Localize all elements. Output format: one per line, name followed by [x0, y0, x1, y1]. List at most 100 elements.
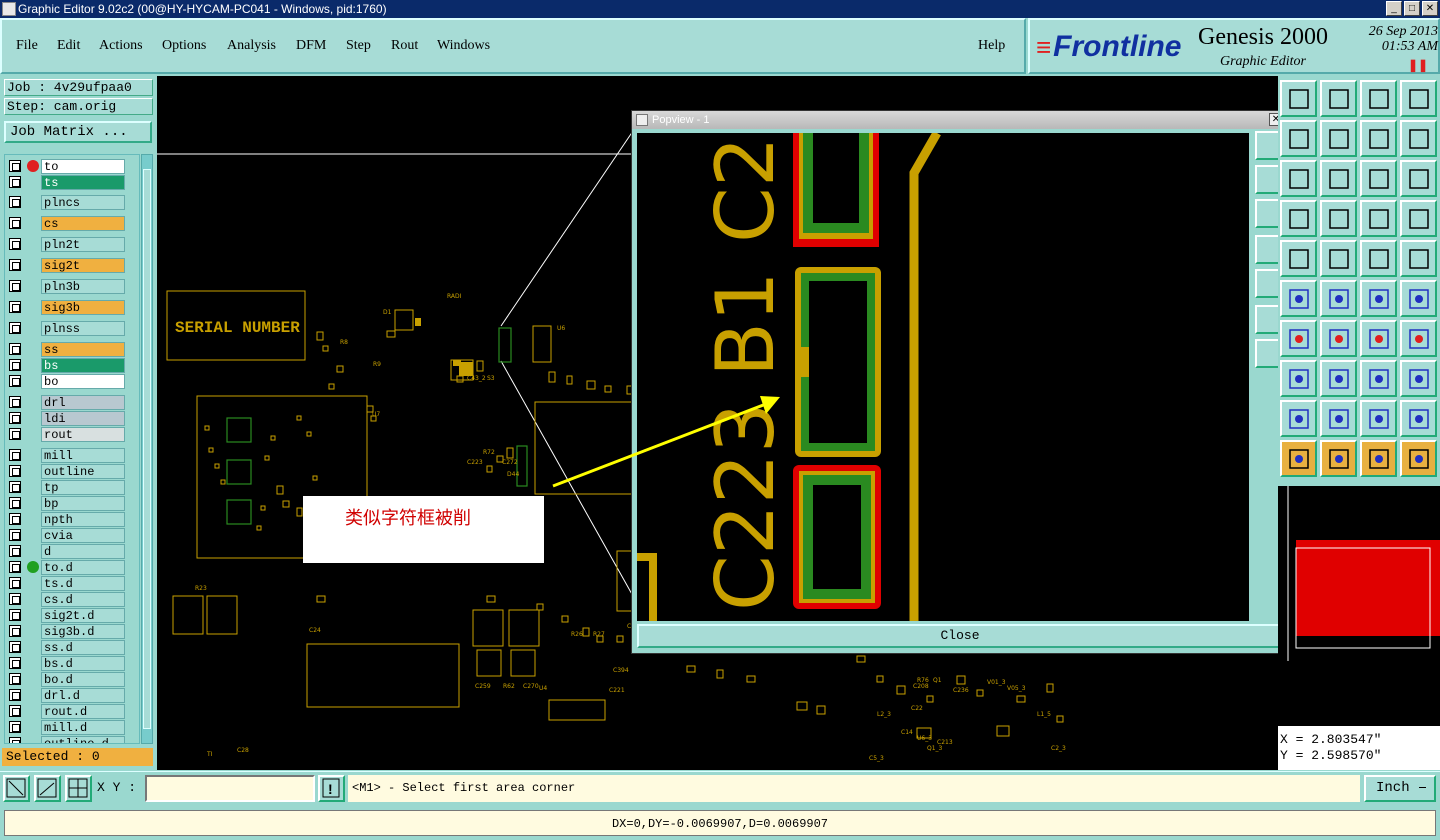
layer-checkbox[interactable]	[9, 280, 21, 292]
layer-row[interactable]: plnss	[7, 321, 139, 336]
layer-name[interactable]: mill	[41, 448, 125, 463]
layer-checkbox[interactable]	[9, 673, 21, 685]
layer-name[interactable]: d	[41, 544, 125, 559]
tool-array-button[interactable]	[1360, 360, 1397, 397]
snap-mode-button[interactable]	[3, 775, 30, 802]
layer-checkbox[interactable]	[9, 721, 21, 733]
tool-center-button[interactable]	[1320, 160, 1357, 197]
layer-row[interactable]: sig3b	[7, 300, 139, 315]
menu-help[interactable]: Help	[978, 38, 1005, 54]
tool-point-button[interactable]	[1280, 240, 1317, 277]
layer-checkbox[interactable]	[9, 343, 21, 355]
minimize-button[interactable]: _	[1386, 1, 1402, 16]
layer-scrollbar[interactable]	[141, 154, 153, 744]
layer-name[interactable]: rout	[41, 427, 125, 442]
layer-checkbox[interactable]	[9, 481, 21, 493]
job-matrix-button[interactable]: Job Matrix ...	[4, 121, 152, 143]
pause-icon[interactable]: ❚❚	[1408, 58, 1428, 72]
layer-checkbox[interactable]	[9, 513, 21, 525]
layer-checkbox[interactable]	[9, 322, 21, 334]
scrollbar-thumb[interactable]	[143, 169, 151, 729]
layer-checkbox[interactable]	[9, 497, 21, 509]
layer-checkbox[interactable]	[9, 375, 21, 387]
layer-name[interactable]: plncs	[41, 195, 125, 210]
menu-step[interactable]: Step	[346, 38, 371, 54]
measure-button[interactable]	[34, 775, 61, 802]
layer-checkbox[interactable]	[9, 641, 21, 653]
layer-checkbox[interactable]	[9, 625, 21, 637]
layer-checkbox[interactable]	[9, 238, 21, 250]
xy-input[interactable]	[145, 775, 315, 802]
layer-row[interactable]: pln2t	[7, 237, 139, 252]
tool-measure-button[interactable]	[1280, 200, 1317, 237]
layer-name[interactable]: to.d	[41, 560, 125, 575]
layer-name[interactable]: to	[41, 159, 125, 174]
layer-checkbox[interactable]	[9, 428, 21, 440]
layer-row[interactable]: to.d	[7, 560, 139, 575]
tool-route-button[interactable]	[1400, 440, 1437, 477]
tool-home-button[interactable]	[1360, 80, 1397, 117]
layer-row[interactable]: bs.d	[7, 656, 139, 671]
layer-name[interactable]: bo	[41, 374, 125, 389]
layer-name[interactable]: tp	[41, 480, 125, 495]
layer-row[interactable]: sig3b.d	[7, 624, 139, 639]
layer-checkbox[interactable]	[9, 577, 21, 589]
tool-select-red-button[interactable]	[1360, 280, 1397, 317]
tool-flip-text-button[interactable]	[1400, 320, 1437, 357]
layer-row[interactable]: cvia	[7, 528, 139, 543]
layer-row[interactable]: to	[7, 159, 139, 174]
popview-close-button[interactable]: Close	[637, 624, 1283, 648]
tool-triangle-a-button[interactable]	[1280, 400, 1317, 437]
layer-checkbox[interactable]	[9, 529, 21, 541]
layer-name[interactable]: ss	[41, 342, 125, 357]
tool-scale-1-2-button[interactable]	[1360, 160, 1397, 197]
menu-analysis[interactable]: Analysis	[227, 38, 276, 54]
tool-grid-button[interactable]	[1320, 200, 1357, 237]
layer-name[interactable]: ts	[41, 175, 125, 190]
tool-step-button[interactable]	[1280, 360, 1317, 397]
tool-pointer-button[interactable]	[1280, 440, 1317, 477]
layer-name[interactable]: bp	[41, 496, 125, 511]
layer-row[interactable]: outline	[7, 464, 139, 479]
layer-name[interactable]: rout.d	[41, 704, 125, 719]
layer-name[interactable]: outline	[41, 464, 125, 479]
layer-checkbox[interactable]	[9, 561, 21, 573]
layer-name[interactable]: sig2t.d	[41, 608, 125, 623]
grid-button[interactable]	[65, 775, 92, 802]
tool-select-pointer-button[interactable]	[1360, 440, 1397, 477]
layer-checkbox[interactable]	[9, 705, 21, 717]
tool-cross-button[interactable]	[1320, 280, 1357, 317]
tool-zoom-home-button[interactable]	[1280, 80, 1317, 117]
layer-name[interactable]: bo.d	[41, 672, 125, 687]
layer-row[interactable]: sig2t.d	[7, 608, 139, 623]
layer-name[interactable]: plnss	[41, 321, 125, 336]
tool-select-blue-button[interactable]	[1400, 280, 1437, 317]
layer-name[interactable]: sig2t	[41, 258, 125, 273]
layer-name[interactable]: drl	[41, 395, 125, 410]
layer-name[interactable]: cs	[41, 216, 125, 231]
tool-triangle-d-button[interactable]	[1400, 400, 1437, 437]
tool-net-button[interactable]	[1280, 280, 1317, 317]
tool-pad-button[interactable]	[1400, 240, 1437, 277]
menu-dfm[interactable]: DFM	[296, 38, 326, 54]
layer-name[interactable]: pln2t	[41, 237, 125, 252]
layer-name[interactable]: sig3b.d	[41, 624, 125, 639]
layer-checkbox[interactable]	[9, 609, 21, 621]
layer-name[interactable]: mill.d	[41, 720, 125, 735]
tool-layers-b-button[interactable]	[1400, 200, 1437, 237]
tool-rotate-out-button[interactable]	[1360, 120, 1397, 157]
layer-row[interactable]: bs	[7, 358, 139, 373]
layer-checkbox[interactable]	[9, 593, 21, 605]
layer-row[interactable]: tp	[7, 480, 139, 495]
layer-name[interactable]: drl.d	[41, 688, 125, 703]
layer-row[interactable]: bo.d	[7, 672, 139, 687]
layer-name[interactable]: outline.d	[41, 736, 125, 743]
layer-checkbox[interactable]	[9, 217, 21, 229]
menu-windows[interactable]: Windows	[437, 38, 490, 54]
alert-button[interactable]: !	[318, 775, 345, 802]
tool-segment-button[interactable]	[1320, 360, 1357, 397]
menu-rout[interactable]: Rout	[391, 38, 418, 54]
menu-edit[interactable]: Edit	[57, 38, 80, 54]
layer-row[interactable]: ss.d	[7, 640, 139, 655]
layer-row[interactable]: drl	[7, 395, 139, 410]
